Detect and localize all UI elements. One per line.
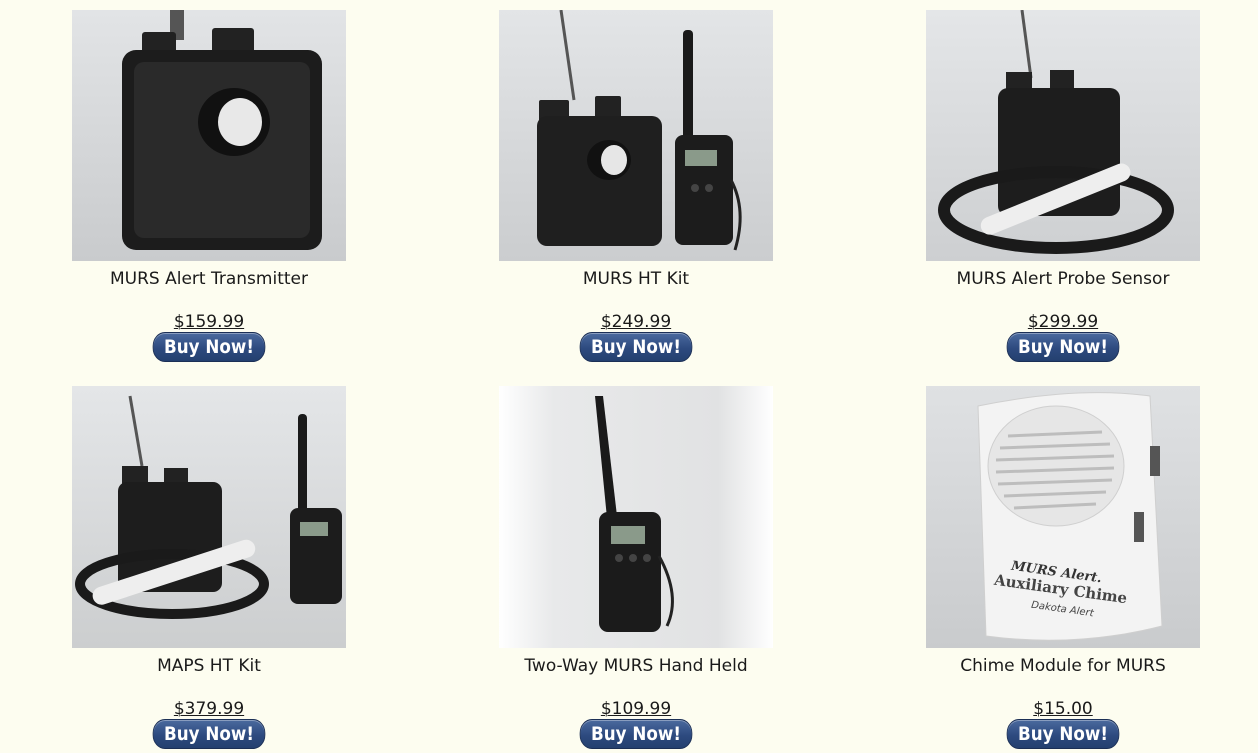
product-price: $299.99: [1027, 312, 1099, 332]
product-card: Two-Way MURS Hand Held $109.99 Buy Now!: [486, 386, 786, 749]
product-price: $109.99: [600, 699, 672, 719]
product-card: MURS Alert Transmitter $159.99 Buy Now!: [59, 10, 359, 362]
product-name[interactable]: MURS Alert Transmitter: [59, 267, 359, 291]
ht-kit-photo[interactable]: [499, 10, 773, 261]
product-card: MAPS HT Kit $379.99 Buy Now!: [59, 386, 359, 749]
product-price: $249.99: [600, 312, 672, 332]
chime-module-photo[interactable]: MURS Alert. Auxiliary Chime Dakota Alert: [926, 386, 1200, 648]
buy-now-button[interactable]: Buy Now!: [579, 719, 693, 749]
product-name[interactable]: Chime Module for MURS: [913, 654, 1213, 678]
product-grid: MURS Alert Transmitter $159.99 Buy Now!: [0, 0, 1258, 753]
product-name[interactable]: MURS Alert Probe Sensor: [913, 267, 1213, 291]
product-price: $379.99: [173, 699, 245, 719]
product-price: $15.00: [1033, 699, 1093, 719]
transmitter-photo[interactable]: [72, 10, 346, 261]
product-card: MURS Alert. Auxiliary Chime Dakota Alert…: [913, 386, 1213, 749]
buy-now-button[interactable]: Buy Now!: [152, 719, 266, 749]
product-card: MURS Alert Probe Sensor $299.99 Buy Now!: [913, 10, 1213, 362]
product-price: $159.99: [173, 312, 245, 332]
buy-now-button[interactable]: Buy Now!: [152, 332, 266, 362]
maps-ht-kit-photo[interactable]: [72, 386, 346, 648]
product-name[interactable]: MAPS HT Kit: [59, 654, 359, 678]
product-name[interactable]: MURS HT Kit: [486, 267, 786, 291]
product-card: MURS HT Kit $249.99 Buy Now!: [486, 10, 786, 362]
buy-now-button[interactable]: Buy Now!: [1006, 332, 1120, 362]
buy-now-button[interactable]: Buy Now!: [579, 332, 693, 362]
probe-sensor-photo[interactable]: [926, 10, 1200, 261]
product-name[interactable]: Two-Way MURS Hand Held: [486, 654, 786, 678]
hand-held-radio-photo[interactable]: [499, 386, 773, 648]
buy-now-button[interactable]: Buy Now!: [1006, 719, 1120, 749]
